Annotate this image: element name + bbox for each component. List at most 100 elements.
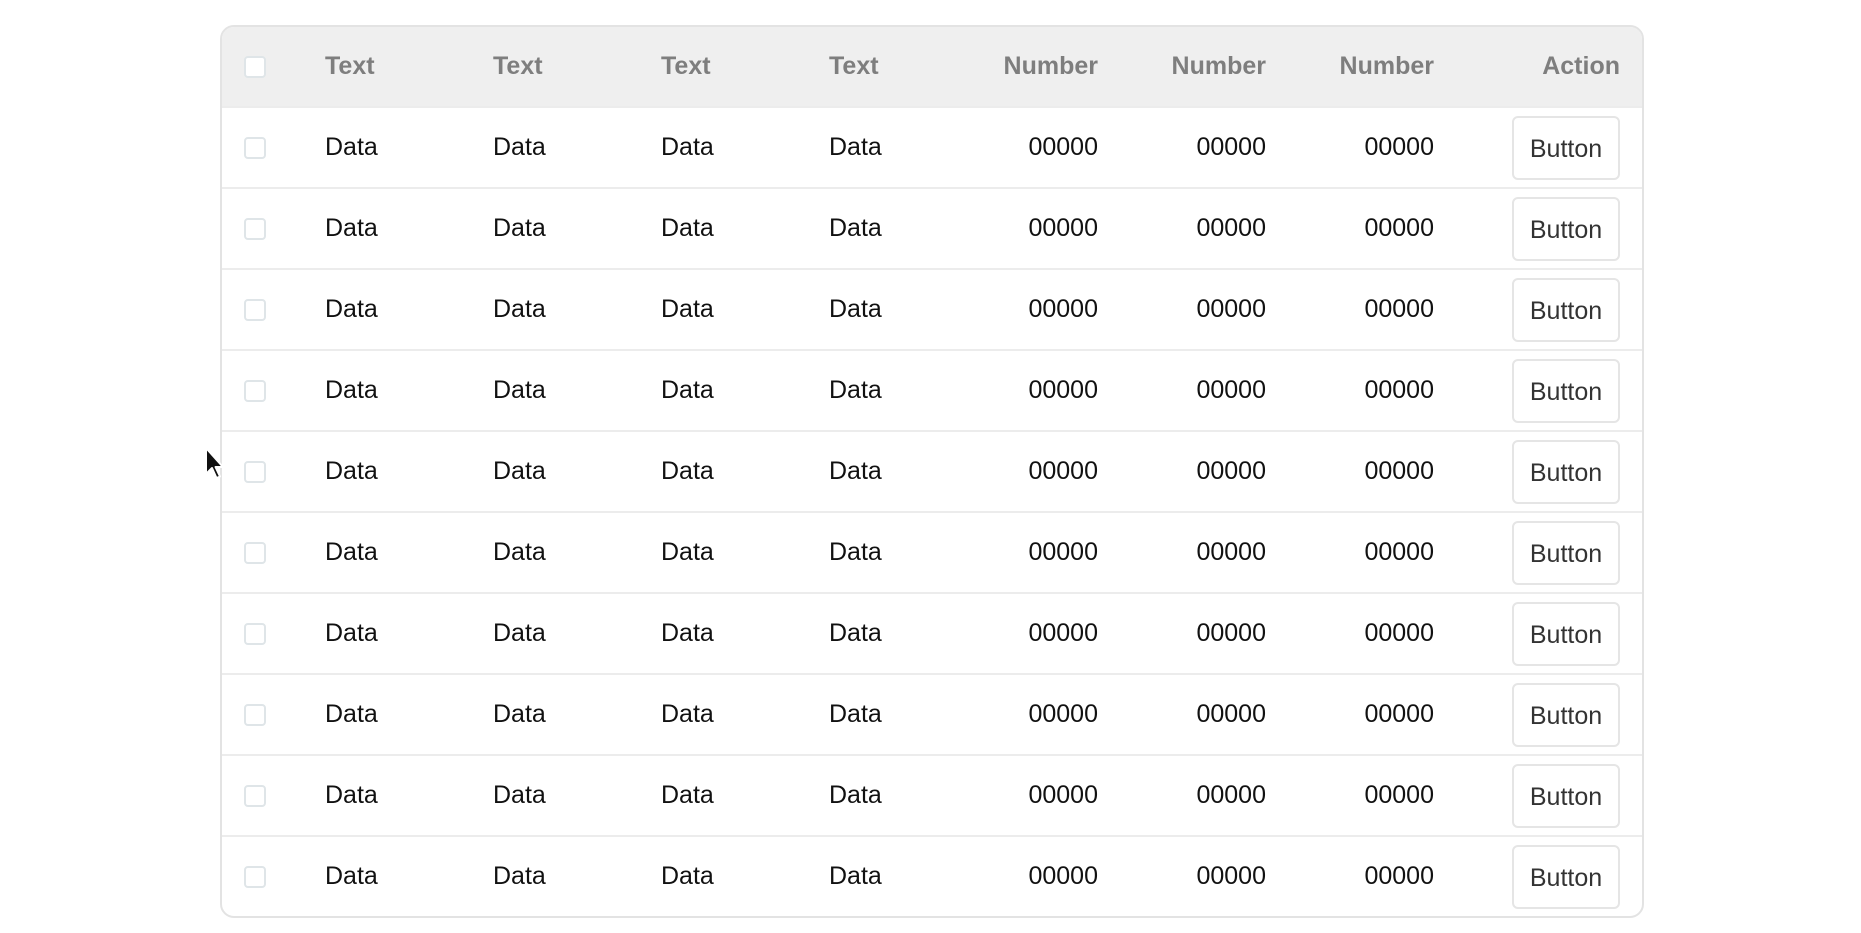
column-header-text-4[interactable]: Text	[829, 52, 997, 81]
row-action-button[interactable]: Button	[1512, 682, 1620, 747]
action-cell: Button	[1434, 358, 1642, 423]
action-cell: Button	[1434, 763, 1642, 828]
number-cell-3: 00000	[1364, 781, 1434, 809]
number-cell-3: 00000	[1364, 862, 1434, 890]
table-row: Data Data Data Data 00000 00000 00000 Button	[222, 268, 1642, 349]
table-row: Data Data Data Data 00000 00000 00000 Button	[222, 106, 1642, 187]
text-cell-1: Data	[325, 538, 378, 566]
row-checkbox[interactable]	[244, 703, 266, 726]
text-cell-2: Data	[493, 133, 546, 161]
table-row: Data Data Data Data 00000 00000 00000 Button	[222, 673, 1642, 754]
text-cell-3: Data	[661, 862, 714, 890]
number-cell-3: 00000	[1364, 538, 1434, 566]
text-cell-3: Data	[661, 619, 714, 647]
number-cell-3: 00000	[1364, 295, 1434, 323]
text-cell-4: Data	[829, 214, 882, 242]
row-checkbox-cell	[222, 298, 325, 321]
number-cell-2: 00000	[1196, 538, 1266, 566]
column-header-number-2[interactable]: Number	[1098, 52, 1266, 81]
row-checkbox[interactable]	[244, 541, 266, 564]
row-action-button[interactable]: Button	[1512, 115, 1620, 180]
number-cell-1: 00000	[1028, 295, 1098, 323]
row-checkbox[interactable]	[244, 784, 266, 807]
action-cell: Button	[1434, 844, 1642, 909]
text-cell-3: Data	[661, 133, 714, 161]
row-action-button[interactable]: Button	[1512, 358, 1620, 423]
number-cell-3: 00000	[1364, 133, 1434, 161]
table-row: Data Data Data Data 00000 00000 00000 Button	[222, 349, 1642, 430]
column-header-text-3[interactable]: Text	[661, 52, 829, 81]
text-cell-3: Data	[661, 457, 714, 485]
text-cell-2: Data	[493, 700, 546, 728]
row-checkbox[interactable]	[244, 136, 266, 159]
row-action-button[interactable]: Button	[1512, 601, 1620, 666]
column-header-text-1[interactable]: Text	[325, 52, 493, 81]
text-cell-1: Data	[325, 214, 378, 242]
row-checkbox[interactable]	[244, 217, 266, 240]
row-action-button[interactable]: Button	[1512, 520, 1620, 585]
text-cell-2: Data	[493, 781, 546, 809]
text-cell-3: Data	[661, 781, 714, 809]
header-checkbox-cell	[222, 55, 325, 78]
text-cell-1: Data	[325, 619, 378, 647]
number-cell-2: 00000	[1196, 295, 1266, 323]
table-row: Data Data Data Data 00000 00000 00000 Button	[222, 754, 1642, 835]
text-cell-2: Data	[493, 295, 546, 323]
column-header-number-1[interactable]: Number	[997, 52, 1098, 81]
row-action-button[interactable]: Button	[1512, 439, 1620, 504]
row-checkbox-cell	[222, 541, 325, 564]
number-cell-3: 00000	[1364, 619, 1434, 647]
number-cell-3: 00000	[1364, 457, 1434, 485]
row-action-button[interactable]: Button	[1512, 277, 1620, 342]
row-checkbox[interactable]	[244, 460, 266, 483]
number-cell-2: 00000	[1196, 700, 1266, 728]
number-cell-1: 00000	[1028, 457, 1098, 485]
row-checkbox[interactable]	[244, 622, 266, 645]
row-checkbox[interactable]	[244, 298, 266, 321]
row-action-button[interactable]: Button	[1512, 844, 1620, 909]
number-cell-1: 00000	[1028, 862, 1098, 890]
number-cell-1: 00000	[1028, 538, 1098, 566]
table-header-row: Text Text Text Text Number Number Number …	[222, 27, 1642, 106]
text-cell-4: Data	[829, 862, 882, 890]
text-cell-4: Data	[829, 457, 882, 485]
column-header-number-3[interactable]: Number	[1266, 52, 1434, 81]
row-checkbox[interactable]	[244, 379, 266, 402]
row-action-button[interactable]: Button	[1512, 196, 1620, 261]
action-cell: Button	[1434, 601, 1642, 666]
column-header-action: Action	[1542, 52, 1620, 80]
number-cell-3: 00000	[1364, 376, 1434, 404]
row-checkbox-cell	[222, 136, 325, 159]
text-cell-3: Data	[661, 538, 714, 566]
action-cell: Button	[1434, 196, 1642, 261]
text-cell-1: Data	[325, 781, 378, 809]
number-cell-2: 00000	[1196, 376, 1266, 404]
text-cell-3: Data	[661, 376, 714, 404]
row-checkbox-cell	[222, 622, 325, 645]
text-cell-1: Data	[325, 700, 378, 728]
number-cell-3: 00000	[1364, 214, 1434, 242]
row-checkbox[interactable]	[244, 865, 266, 888]
row-checkbox-cell	[222, 379, 325, 402]
text-cell-1: Data	[325, 862, 378, 890]
text-cell-2: Data	[493, 862, 546, 890]
number-cell-1: 00000	[1028, 619, 1098, 647]
text-cell-4: Data	[829, 619, 882, 647]
table-row: Data Data Data Data 00000 00000 00000 Button	[222, 187, 1642, 268]
number-cell-1: 00000	[1028, 700, 1098, 728]
text-cell-1: Data	[325, 457, 378, 485]
data-table: Text Text Text Text Number Number Number …	[220, 25, 1644, 918]
text-cell-4: Data	[829, 781, 882, 809]
table-row: Data Data Data Data 00000 00000 00000 Button	[222, 835, 1642, 916]
select-all-checkbox[interactable]	[244, 55, 266, 78]
text-cell-4: Data	[829, 133, 882, 161]
text-cell-3: Data	[661, 214, 714, 242]
number-cell-1: 00000	[1028, 133, 1098, 161]
number-cell-1: 00000	[1028, 376, 1098, 404]
table-row: Data Data Data Data 00000 00000 00000 Button	[222, 511, 1642, 592]
row-action-button[interactable]: Button	[1512, 763, 1620, 828]
column-header-text-2[interactable]: Text	[493, 52, 661, 81]
action-cell: Button	[1434, 115, 1642, 180]
mouse-pointer-icon	[205, 447, 224, 479]
row-checkbox-cell	[222, 460, 325, 483]
